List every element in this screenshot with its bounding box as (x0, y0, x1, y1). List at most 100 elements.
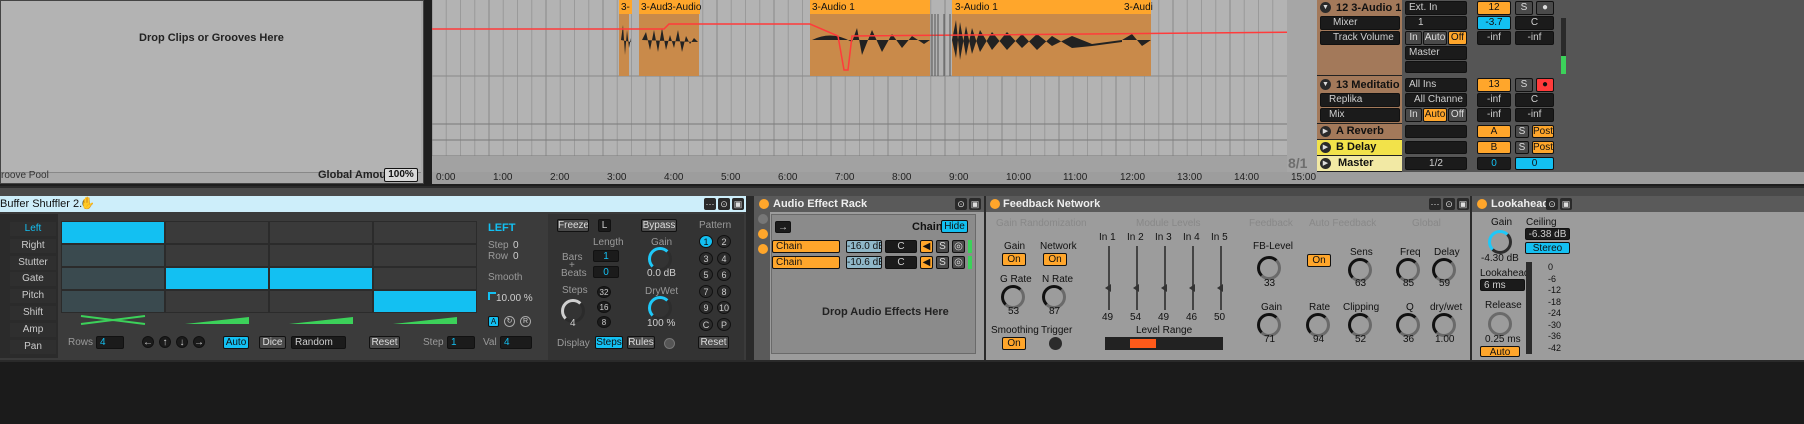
settings-icon[interactable]: ⋯ (1429, 198, 1441, 210)
solo-button[interactable]: S (1515, 141, 1529, 154)
step-cell[interactable] (374, 222, 476, 243)
solo-button[interactable]: S (1515, 78, 1533, 92)
level-fader[interactable] (1164, 246, 1166, 310)
step-cell[interactable] (270, 245, 372, 266)
device-chooser[interactable]: Replika (1320, 93, 1400, 107)
param-chooser[interactable]: Track Volume (1320, 31, 1400, 45)
play-icon[interactable]: ▶ (1320, 158, 1331, 169)
chain-pan[interactable]: C (885, 256, 917, 269)
save-icon[interactable]: ▣ (732, 198, 744, 210)
step-cell[interactable] (374, 291, 476, 312)
input-chooser[interactable]: Ext. In (1405, 1, 1467, 15)
chain-pan[interactable]: C (885, 240, 917, 253)
pattern-9[interactable]: 9 (699, 301, 713, 314)
buffer-tab-shift[interactable]: Shift (10, 306, 56, 320)
chain-name[interactable]: Chain (772, 240, 840, 253)
length-bars[interactable]: 1 (593, 250, 619, 262)
channel-chooser[interactable]: 1 (1405, 16, 1467, 30)
track-name[interactable]: B Delay (1336, 141, 1376, 154)
channel-chooser[interactable]: All Channe (1405, 93, 1467, 107)
fader-handle-icon[interactable] (1189, 284, 1195, 292)
auto-button[interactable]: Auto (223, 336, 249, 349)
track-pan[interactable]: C (1515, 16, 1554, 30)
arm-button[interactable]: ● (1536, 1, 1554, 15)
monitor-auto[interactable]: Auto (1423, 31, 1447, 45)
pattern-1[interactable]: 1 (699, 235, 713, 248)
step-cell[interactable] (166, 245, 268, 266)
track-name[interactable]: A Reverb (1336, 125, 1384, 138)
arrow-left-icon[interactable]: ← (142, 336, 154, 348)
release-knob[interactable] (1488, 312, 1512, 336)
speaker-icon[interactable]: ◀ (920, 256, 933, 269)
monitor-in[interactable]: In (1405, 108, 1422, 122)
fold-icon[interactable]: ▼ (1320, 79, 1331, 90)
pattern-6[interactable]: 6 (717, 268, 731, 281)
solo-button[interactable]: S (1515, 1, 1533, 15)
step-cell[interactable] (62, 291, 164, 312)
dice-button[interactable]: Dice (259, 336, 286, 349)
track-number[interactable]: 13 (1477, 78, 1511, 92)
clip-label[interactable]: 3-Audi (1124, 2, 1153, 14)
save-icon[interactable]: ▣ (1457, 198, 1469, 210)
clip-label[interactable]: 3- (621, 2, 630, 14)
display-steps[interactable]: Steps (595, 336, 623, 349)
save-icon[interactable]: ▣ (1560, 198, 1572, 210)
buffer-tab-pitch[interactable]: Pitch (10, 289, 56, 304)
clip-label[interactable]: 3-Audio (667, 2, 701, 14)
chain-select-icon[interactable]: → (775, 221, 791, 233)
buffer-tab-stutter[interactable]: Stutter (10, 255, 56, 270)
monitor-in[interactable]: In (1405, 31, 1422, 45)
macro-icon[interactable] (758, 214, 768, 224)
clip-label[interactable]: 3-Audio 1 (812, 2, 855, 14)
trigger-button[interactable] (1049, 337, 1062, 350)
monitor-off[interactable]: Off (1448, 108, 1467, 122)
solo-button[interactable]: S (1515, 125, 1529, 138)
monitor-auto[interactable]: Auto (1423, 108, 1447, 122)
pattern-c[interactable]: C (699, 317, 713, 331)
monitor-off[interactable]: Off (1448, 31, 1467, 45)
device-list-icon[interactable] (758, 244, 768, 254)
steps-32[interactable]: 32 (597, 286, 611, 298)
cue-out-chooser[interactable]: 1/2 (1405, 157, 1467, 170)
pattern-5[interactable]: 5 (699, 268, 713, 281)
autofeedback-on-button[interactable]: On (1307, 254, 1331, 267)
step-cell[interactable] (270, 268, 372, 289)
play-icon[interactable]: ▶ (1320, 142, 1331, 153)
track-name[interactable]: 13 Meditatio (1336, 79, 1400, 92)
chain-volume[interactable]: -10.6 dB (846, 256, 882, 269)
chain-list-icon[interactable] (758, 229, 768, 239)
track-number[interactable]: 12 (1477, 1, 1511, 15)
rows-field[interactable]: 4 (96, 336, 124, 349)
level-fader[interactable] (1192, 246, 1194, 310)
step-cell[interactable] (166, 291, 268, 312)
reset-button-2[interactable]: Reset (698, 336, 729, 349)
display-rules[interactable]: Rules (627, 336, 655, 349)
step-cell[interactable] (62, 268, 164, 289)
chain-name[interactable]: Chain (772, 256, 840, 269)
arrow-up-icon[interactable]: ↑ (159, 336, 171, 348)
step-field[interactable]: 1 (447, 336, 475, 349)
chain-tab-label[interactable]: Chain (912, 221, 943, 234)
buffer-tab-gate[interactable]: Gate (10, 272, 56, 287)
buffer-tab-pan[interactable]: Pan (10, 339, 56, 354)
step-cell[interactable] (270, 291, 372, 312)
auto-release-button[interactable]: Auto (1480, 346, 1520, 357)
steps-8[interactable]: 8 (597, 316, 611, 328)
power-icon[interactable] (759, 199, 769, 209)
clip-label[interactable]: 3-Audio 1 (955, 2, 998, 14)
hide-button[interactable]: Hide (941, 220, 968, 233)
level-fader[interactable] (1108, 246, 1110, 310)
arm-button[interactable]: ● (1536, 78, 1554, 92)
pattern-4[interactable]: 4 (717, 251, 731, 265)
preset-icon[interactable]: ⊙ (718, 198, 730, 210)
fold-icon[interactable]: ▼ (1320, 2, 1331, 13)
gain-knob[interactable] (1488, 230, 1512, 254)
level-fader[interactable] (1220, 246, 1222, 310)
drywet-knob[interactable] (648, 296, 672, 320)
clip-label[interactable]: 3-Aud (641, 2, 668, 14)
return-letter[interactable]: A (1477, 125, 1511, 138)
power-icon[interactable] (990, 199, 1000, 209)
save-icon[interactable]: ▣ (969, 198, 981, 210)
step-cell[interactable] (166, 268, 268, 289)
buffer-tab-left[interactable]: Left (10, 222, 56, 236)
